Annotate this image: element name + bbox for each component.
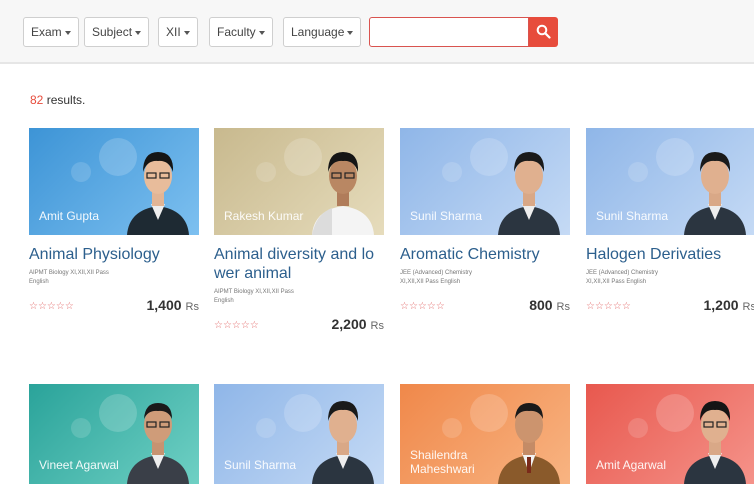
- rating-stars: ☆☆☆☆☆: [214, 320, 259, 331]
- course-thumbnail[interactable]: Vineet Agarwal: [29, 384, 199, 484]
- price-value: 1,400: [146, 297, 182, 313]
- course-card[interactable]: Rakesh Kumar Animal diversity and lo wer…: [214, 128, 384, 336]
- language-dropdown-label: Language: [291, 25, 345, 39]
- course-price: 800 Rs: [529, 297, 570, 313]
- subject-dropdown-label: Subject: [92, 25, 133, 39]
- course-price: 1,400 Rs: [147, 297, 200, 313]
- course-thumbnail[interactable]: Amit Gupta: [29, 128, 199, 235]
- rating-stars: ☆☆☆☆☆: [586, 301, 631, 312]
- rating-stars: ☆☆☆☆☆: [400, 301, 445, 312]
- rating-stars: ☆☆☆☆☆: [29, 301, 74, 312]
- course-thumbnail[interactable]: Amit Agarwal: [586, 384, 754, 484]
- price-currency: Rs: [185, 301, 199, 313]
- course-card[interactable]: Amit Agarwal: [586, 384, 754, 484]
- course-card[interactable]: Sunil Sharma Halogen Derivaties JEE (Adv…: [586, 128, 754, 317]
- price-currency: Rs: [556, 301, 570, 313]
- course-meta: JEE (Advanced) Chemistry XI,XII,XII Pass…: [400, 269, 570, 287]
- course-title[interactable]: Animal Physiology: [29, 245, 199, 264]
- price-value: 1,200: [703, 297, 739, 313]
- course-thumbnail[interactable]: Rakesh Kumar: [214, 128, 384, 235]
- course-card[interactable]: Sunil Sharma: [214, 384, 384, 484]
- teacher-photo: [498, 403, 560, 484]
- teacher-photo: [498, 152, 560, 235]
- course-thumbnail[interactable]: Sunil Sharma: [214, 384, 384, 484]
- teacher-name: Rakesh Kumar: [224, 209, 304, 223]
- language-dropdown[interactable]: Language: [283, 17, 362, 47]
- filter-toolbar: Exam Subject XII Faculty Language: [0, 0, 754, 64]
- teacher-name: Amit Agarwal: [596, 458, 667, 472]
- class-dropdown[interactable]: XII: [158, 17, 198, 47]
- teacher-photo: [684, 152, 746, 235]
- teacher-photo: [312, 152, 374, 235]
- search-input[interactable]: [369, 17, 529, 47]
- faculty-dropdown-label: Faculty: [217, 25, 256, 39]
- chevron-down-icon: [347, 30, 354, 35]
- course-price: 2,200 Rs: [332, 316, 385, 332]
- teacher-name: Amit Gupta: [39, 209, 100, 223]
- chevron-down-icon: [183, 30, 190, 35]
- exam-dropdown[interactable]: Exam: [23, 17, 79, 47]
- teacher-name: Shailendra Maheshwari: [410, 448, 475, 476]
- teacher-name: Sunil Sharma: [410, 209, 483, 223]
- chevron-down-icon: [64, 30, 71, 35]
- price-currency: Rs: [742, 301, 754, 313]
- price-value: 2,200: [331, 316, 367, 332]
- course-card[interactable]: Amit Gupta Animal Physiology AIPMT Biolo…: [29, 128, 199, 317]
- search-icon: [536, 24, 551, 39]
- chevron-down-icon: [135, 30, 142, 35]
- chevron-down-icon: [258, 30, 265, 35]
- price-value: 800: [529, 297, 553, 313]
- exam-dropdown-label: Exam: [31, 25, 62, 39]
- course-meta: AIPMT Biology XI,XII,XII Pass English: [29, 269, 199, 287]
- teacher-photo: [127, 152, 189, 235]
- teacher-name: Sunil Sharma: [596, 209, 669, 223]
- course-title[interactable]: Halogen Derivaties: [586, 245, 754, 264]
- course-meta-line: AIPMT Biology XI,XII,XII Pass: [214, 289, 294, 295]
- teacher-photo: [684, 401, 746, 484]
- course-meta-line: XI,XII,XII Pass English: [400, 279, 461, 285]
- course-meta-line: JEE (Advanced) Chemistry: [400, 270, 473, 276]
- course-meta-line: AIPMT Biology XI,XII,XII Pass: [29, 270, 109, 276]
- course-price: 1,200 Rs: [704, 297, 754, 313]
- results-summary: 82 results.: [30, 93, 85, 107]
- price-currency: Rs: [370, 320, 384, 332]
- search-button[interactable]: [529, 17, 558, 47]
- course-meta-line: XI,XII,XII Pass English: [586, 279, 647, 285]
- course-thumbnail[interactable]: Sunil Sharma: [400, 128, 570, 235]
- course-thumbnail[interactable]: Shailendra Maheshwari: [400, 384, 570, 484]
- teacher-photo: [127, 403, 189, 484]
- course-title[interactable]: Animal diversity and lo wer animal: [214, 245, 384, 283]
- course-meta-line: JEE (Advanced) Chemistry: [586, 270, 659, 276]
- course-meta-line: English: [29, 279, 49, 285]
- course-card[interactable]: Shailendra Maheshwari: [400, 384, 570, 484]
- teacher-name: Vineet Agarwal: [39, 458, 119, 472]
- course-card[interactable]: Sunil Sharma Aromatic Chemistry JEE (Adv…: [400, 128, 570, 317]
- course-card[interactable]: Vineet Agarwal: [29, 384, 199, 484]
- course-thumbnail[interactable]: Sunil Sharma: [586, 128, 754, 235]
- faculty-dropdown[interactable]: Faculty: [209, 17, 273, 47]
- subject-dropdown[interactable]: Subject: [84, 17, 150, 47]
- course-title[interactable]: Aromatic Chemistry: [400, 245, 570, 264]
- course-meta: JEE (Advanced) Chemistry XI,XII,XII Pass…: [586, 269, 754, 287]
- teacher-name: Sunil Sharma: [224, 458, 297, 472]
- class-dropdown-label: XII: [166, 25, 181, 39]
- course-meta-line: English: [214, 298, 234, 304]
- results-label: results.: [46, 93, 86, 107]
- course-meta: AIPMT Biology XI,XII,XII Pass English: [214, 288, 384, 306]
- results-count: 82: [30, 93, 44, 107]
- teacher-photo: [312, 401, 374, 484]
